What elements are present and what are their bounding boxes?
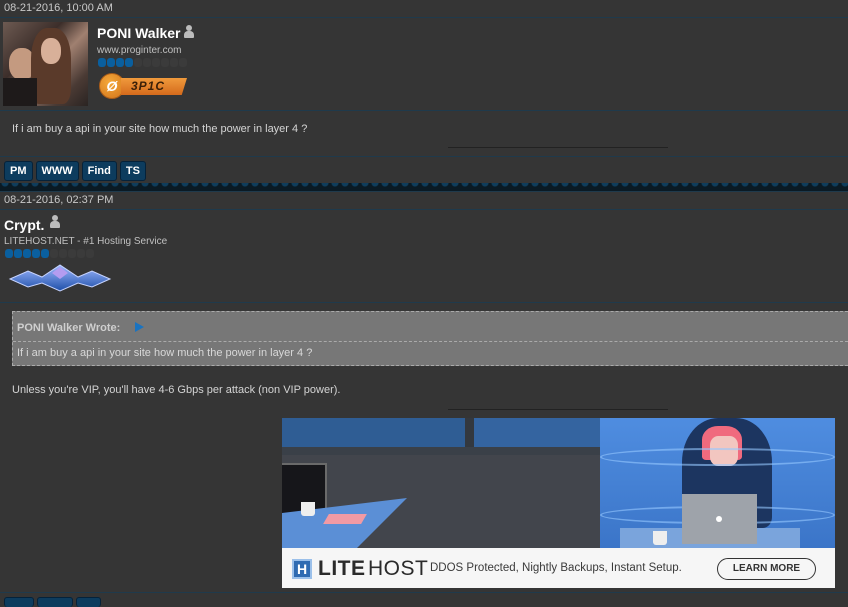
- learn-more-button[interactable]: LEARN MORE: [717, 558, 816, 580]
- reputation-pip: [161, 58, 169, 67]
- post-author-panel: Crypt. LITEHOST.NET - #1 Hosting Service: [0, 210, 848, 303]
- ad-illustration: [282, 418, 835, 548]
- ad-brand-light: HOST: [368, 557, 429, 580]
- post-1: 08-21-2016, 10:00 AM PONI Walker www.pro…: [0, 0, 848, 192]
- www-button[interactable]: [37, 597, 73, 607]
- reputation-pip: [14, 249, 22, 258]
- quote-header: PONI Walker Wrote:: [13, 312, 848, 342]
- user-offline-icon: [184, 25, 194, 38]
- reputation-pip: [5, 249, 13, 258]
- reputation-pip: [116, 58, 124, 67]
- epic-badge: Ø 3P1C: [99, 73, 189, 99]
- reputation-pip: [50, 249, 58, 258]
- quote-block: PONI Walker Wrote: If i am buy a api in …: [12, 311, 848, 366]
- post-divider: [0, 183, 848, 192]
- reputation-pip: [86, 249, 94, 258]
- reputation-bar: [5, 249, 94, 258]
- reputation-pip: [143, 58, 151, 67]
- post-footer-divider: [0, 592, 848, 593]
- username[interactable]: Crypt.: [4, 217, 44, 233]
- litehost-logo-icon: H: [292, 559, 312, 579]
- ad-brand-bold: LITE: [318, 557, 366, 580]
- jump-to-post-icon[interactable]: [135, 322, 144, 332]
- reputation-pip: [107, 58, 115, 67]
- reputation-pip: [179, 58, 187, 67]
- post-author-panel: PONI Walker www.proginter.com Ø 3P1C: [0, 18, 848, 111]
- user-title: LITEHOST.NET - #1 Hosting Service: [4, 236, 168, 247]
- ad-tagline: DDOS Protected, Nightly Backups, Instant…: [430, 562, 682, 574]
- reputation-pip: [68, 249, 76, 258]
- reputation-pip: [98, 58, 106, 67]
- find-button[interactable]: Find: [81, 161, 117, 181]
- post-date: 08-21-2016, 02:37 PM: [0, 192, 848, 210]
- avatar[interactable]: [3, 22, 88, 106]
- signature-divider: [448, 409, 668, 410]
- reputation-pip: [23, 249, 31, 258]
- post-date: 08-21-2016, 10:00 AM: [0, 0, 848, 18]
- reputation-pip: [59, 249, 67, 258]
- find-button[interactable]: [76, 597, 101, 607]
- reputation-pip: [152, 58, 160, 67]
- pm-button[interactable]: [4, 597, 34, 607]
- reputation-bar: [98, 58, 187, 67]
- reputation-pip: [77, 249, 85, 258]
- username[interactable]: PONI Walker: [97, 25, 181, 41]
- www-button[interactable]: WWW: [35, 161, 79, 181]
- post-message: Unless you're VIP, you'll have 4-6 Gbps …: [12, 384, 341, 396]
- reputation-pip: [41, 249, 49, 258]
- ad-footer: H LITE HOST DDOS Protected, Nightly Back…: [282, 548, 835, 588]
- crystal-rank-emblem: [8, 264, 112, 292]
- signature-divider: [448, 147, 668, 148]
- ts-button[interactable]: TS: [119, 161, 146, 181]
- post-buttons: [4, 597, 101, 607]
- post-message: If i am buy a api in your site how much …: [12, 123, 308, 135]
- user-offline-icon: [50, 215, 60, 228]
- pm-button[interactable]: PM: [4, 161, 33, 181]
- quote-text: If i am buy a api in your site how much …: [17, 347, 313, 359]
- post-buttons: PM WWW Find TS: [0, 157, 848, 183]
- post-body: If i am buy a api in your site how much …: [0, 111, 848, 157]
- user-title: www.proginter.com: [97, 45, 182, 56]
- reputation-pip: [170, 58, 178, 67]
- reputation-pip: [32, 249, 40, 258]
- quote-author: PONI Walker Wrote:: [17, 322, 121, 334]
- badge-label: 3P1C: [121, 78, 187, 95]
- litehost-ad-banner[interactable]: H LITE HOST DDOS Protected, Nightly Back…: [282, 418, 835, 588]
- reputation-pip: [125, 58, 133, 67]
- reputation-pip: [134, 58, 142, 67]
